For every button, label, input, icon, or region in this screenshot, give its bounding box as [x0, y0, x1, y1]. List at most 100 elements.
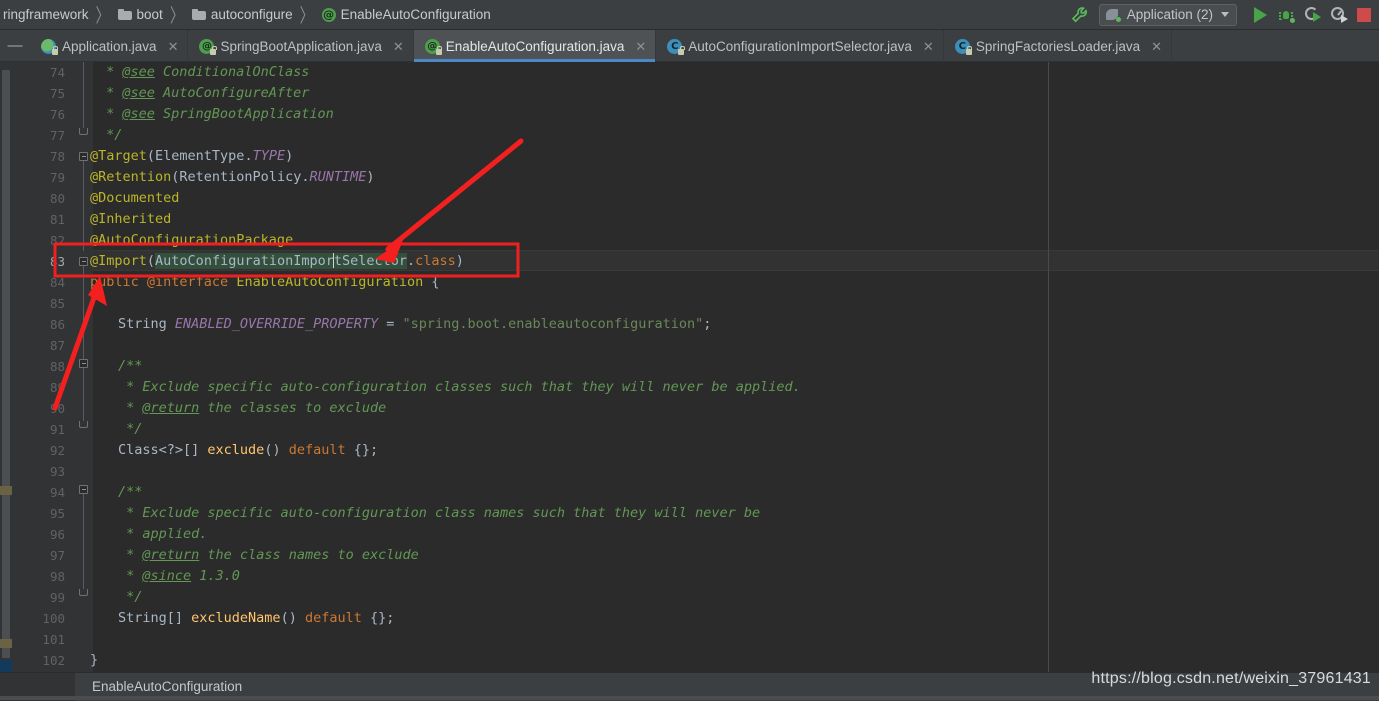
breadcrumb-item-ringframework[interactable]: ringframework — [2, 7, 90, 22]
run-configuration-selector[interactable]: Application (2) — [1098, 3, 1237, 26]
breadcrumb-separator-icon: 〉 — [169, 3, 184, 26]
fold-collapse-icon[interactable] — [79, 152, 88, 161]
code-line[interactable]: @Target(ElementType.TYPE) — [90, 146, 293, 167]
tab-close-icon[interactable]: ✕ — [1151, 40, 1162, 53]
line-number: 82 — [49, 233, 65, 248]
line-number: 92 — [49, 443, 65, 458]
debug-button[interactable] — [1273, 2, 1299, 28]
breadcrumb-item-enableautoconfiguration[interactable]: @ EnableAutoConfiguration — [321, 7, 492, 22]
code-line[interactable]: */ — [98, 125, 122, 146]
spring-boot-run-icon — [1105, 8, 1121, 22]
code-line[interactable]: * applied. — [118, 524, 207, 545]
run-toolbar: Application (2) — [1069, 0, 1379, 30]
error-marker — [0, 660, 12, 672]
code-line[interactable]: @AutoConfigurationPackage — [90, 230, 293, 251]
collapse-tabs-button[interactable]: — — [0, 30, 30, 61]
code-line[interactable]: * @return the classes to exclude — [118, 398, 386, 419]
breadcrumb-item-autoconfigure[interactable]: autoconfigure — [191, 7, 294, 22]
line-number: 80 — [49, 191, 65, 206]
editor-marker-strip[interactable] — [0, 62, 12, 672]
wrench-icon[interactable] — [1069, 4, 1091, 26]
line-number: 84 — [49, 275, 65, 290]
tab-close-icon[interactable]: ✕ — [635, 40, 646, 53]
changed-lines-marker — [0, 639, 12, 648]
line-number-current: 83 — [49, 254, 65, 269]
tab-springbootapplication-java[interactable]: @ SpringBootApplication.java ✕ — [188, 30, 414, 62]
line-number: 78 — [49, 149, 65, 164]
fold-end-icon[interactable] — [79, 128, 88, 135]
run-triangle-icon — [1253, 6, 1267, 23]
line-number-gutter: 74 75 76 77 78 79 80 81 82 83 84 85 86 8… — [12, 62, 75, 672]
run-configuration-label: Application (2) — [1126, 7, 1213, 22]
line-number: 101 — [42, 632, 65, 647]
run-button[interactable] — [1247, 2, 1273, 28]
code-line[interactable]: String ENABLED_OVERRIDE_PROPERTY = "spri… — [118, 314, 711, 335]
code-editor[interactable]: 74 75 76 77 78 79 80 81 82 83 84 85 86 8… — [0, 62, 1379, 672]
tab-close-icon[interactable]: ✕ — [393, 40, 404, 53]
collapse-icon: — — [7, 37, 23, 54]
folder-icon — [191, 9, 206, 20]
fold-collapse-icon[interactable] — [79, 359, 88, 368]
breadcrumb-label: EnableAutoConfiguration — [340, 7, 491, 22]
code-line[interactable]: } — [90, 650, 98, 671]
code-line-current[interactable]: @Import(AutoConfigurationImportSelector.… — [90, 251, 464, 272]
spring-class-icon — [41, 38, 59, 55]
line-number: 89 — [49, 380, 65, 395]
tab-enableautoconfiguration-java[interactable]: @ EnableAutoConfiguration.java ✕ — [413, 30, 657, 62]
line-number: 85 — [49, 296, 65, 311]
line-number: 93 — [49, 464, 65, 479]
code-line[interactable]: */ — [118, 587, 142, 608]
run-with-coverage-button[interactable] — [1299, 2, 1325, 28]
window-bottom-edge — [0, 696, 1379, 700]
annotation-icon: @ — [199, 38, 217, 55]
code-line[interactable]: * @see AutoConfigureAfter — [98, 83, 309, 104]
stop-square-icon — [1357, 7, 1371, 22]
breadcrumb-item-boot[interactable]: boot — [117, 7, 164, 22]
code-line[interactable]: * @see SpringBootApplication — [98, 104, 334, 125]
tab-close-icon[interactable]: ✕ — [168, 40, 179, 53]
tab-autoconfigurationimportselector-java[interactable]: C AutoConfigurationImportSelector.java ✕ — [656, 30, 944, 62]
code-line[interactable]: * Exclude specific auto-configuration cl… — [118, 503, 760, 524]
code-line[interactable]: * @return the class names to exclude — [118, 545, 419, 566]
code-line[interactable]: * Exclude specific auto-configuration cl… — [118, 377, 801, 398]
tab-application-java[interactable]: Application.java ✕ — [30, 30, 189, 62]
fold-end-icon[interactable] — [79, 421, 88, 428]
breadcrumb: ringframework 〉 boot 〉 autoconfigure 〉 @… — [0, 0, 1069, 30]
code-line[interactable]: @Documented — [90, 188, 179, 209]
code-line[interactable]: /** — [118, 356, 142, 377]
profile-button[interactable] — [1325, 2, 1351, 28]
tab-springfactoriesloader-java[interactable]: C SpringFactoriesLoader.java ✕ — [944, 30, 1173, 62]
code-line[interactable]: Class<?>[] exclude() default {}; — [118, 440, 378, 461]
annotation-icon: @ — [321, 7, 336, 22]
code-line[interactable]: */ — [118, 419, 142, 440]
bottom-breadcrumb-label[interactable]: EnableAutoConfiguration — [75, 679, 242, 694]
watermark-text: https://blog.csdn.net/weixin_37961431 — [1091, 670, 1371, 687]
code-text-area[interactable]: * @see ConditionalOnClass * @see AutoCon… — [90, 62, 1379, 672]
selected-identifier[interactable]: AutoConfigurationImpor — [155, 253, 334, 269]
line-number: 98 — [49, 569, 65, 584]
line-number: 75 — [49, 86, 65, 101]
line-number: 96 — [49, 527, 65, 542]
code-line[interactable]: String[] excludeName() default {}; — [118, 608, 394, 629]
breadcrumb-separator-icon: 〉 — [95, 3, 110, 26]
line-number: 91 — [49, 422, 65, 437]
code-line[interactable]: public @interface EnableAutoConfiguratio… — [90, 272, 440, 293]
fold-end-icon[interactable] — [79, 589, 88, 596]
tab-close-icon[interactable]: ✕ — [923, 40, 934, 53]
tab-list: Application.java ✕ @ SpringBootApplicati… — [30, 30, 1379, 62]
fold-collapse-icon[interactable] — [79, 485, 88, 494]
code-line[interactable]: @Inherited — [90, 209, 171, 230]
code-line[interactable]: * @since 1.3.0 — [118, 566, 240, 587]
stop-button[interactable] — [1351, 2, 1377, 28]
scrollbar-thumb[interactable] — [2, 70, 10, 658]
line-number: 77 — [49, 128, 65, 143]
code-line[interactable]: * @see ConditionalOnClass — [98, 62, 309, 83]
line-number: 95 — [49, 506, 65, 521]
tab-label: EnableAutoConfiguration.java — [445, 38, 625, 54]
coverage-icon — [1304, 7, 1321, 22]
code-line[interactable]: /** — [118, 482, 142, 503]
fold-collapse-icon[interactable] — [79, 257, 88, 266]
code-line[interactable]: @Retention(RetentionPolicy.RUNTIME) — [90, 167, 375, 188]
line-number: 76 — [49, 107, 65, 122]
line-number: 74 — [49, 65, 65, 80]
